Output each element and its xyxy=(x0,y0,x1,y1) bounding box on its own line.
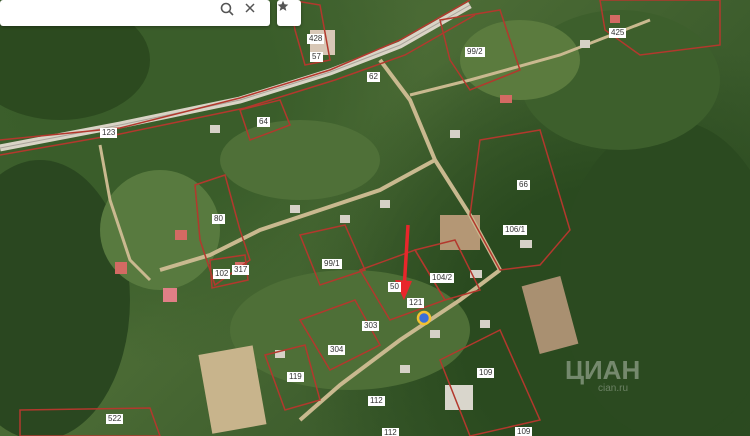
plot-label-104-2[interactable]: 104/2 xyxy=(430,273,455,283)
plot-label-428[interactable]: 428 xyxy=(307,34,325,44)
plot-label-109-a[interactable]: 109 xyxy=(477,368,495,378)
plot-label-102[interactable]: 102 xyxy=(213,269,231,279)
search-icon[interactable] xyxy=(220,2,242,24)
plot-label-106-1[interactable]: 106/1 xyxy=(503,225,528,235)
plot-label-304[interactable]: 304 xyxy=(328,345,346,355)
plot-label-109-b[interactable]: 109 xyxy=(515,427,533,436)
watermark-subtext: cian.ru xyxy=(598,383,629,394)
plot-label-57[interactable]: 57 xyxy=(310,52,323,62)
watermark-text: ЦИАН xyxy=(565,355,641,385)
plot-label-317[interactable]: 317 xyxy=(232,265,250,275)
plot-label-80[interactable]: 80 xyxy=(212,214,225,224)
plot-label-50[interactable]: 50 xyxy=(388,282,401,292)
location-pin-icon[interactable] xyxy=(416,310,432,326)
plot-label-66[interactable]: 66 xyxy=(517,180,530,190)
plot-label-64[interactable]: 64 xyxy=(257,117,270,127)
plot-label-303[interactable]: 303 xyxy=(362,321,380,331)
plot-label-522[interactable]: 522 xyxy=(106,414,124,424)
favorite-button[interactable] xyxy=(277,0,301,26)
plot-label-112[interactable]: 112 xyxy=(368,396,385,406)
close-icon[interactable] xyxy=(244,2,266,24)
plot-label-99-2[interactable]: 99/2 xyxy=(465,47,485,57)
plot-label-112-b[interactable]: 112 xyxy=(382,428,399,436)
plot-label-123[interactable]: 123 xyxy=(100,128,118,138)
plot-label-99-1[interactable]: 99/1 xyxy=(322,259,342,269)
search-input[interactable] xyxy=(6,3,210,23)
plot-label-425[interactable]: 425 xyxy=(609,28,627,38)
plot-label-119[interactable]: 119 xyxy=(287,372,304,382)
plot-label-62[interactable]: 62 xyxy=(367,72,380,82)
satellite-map[interactable]: 428 57 99/2 425 123 64 66 80 106/1 102 3… xyxy=(0,0,750,436)
search-bar xyxy=(0,0,270,26)
plot-label-121[interactable]: 121 xyxy=(407,298,425,308)
